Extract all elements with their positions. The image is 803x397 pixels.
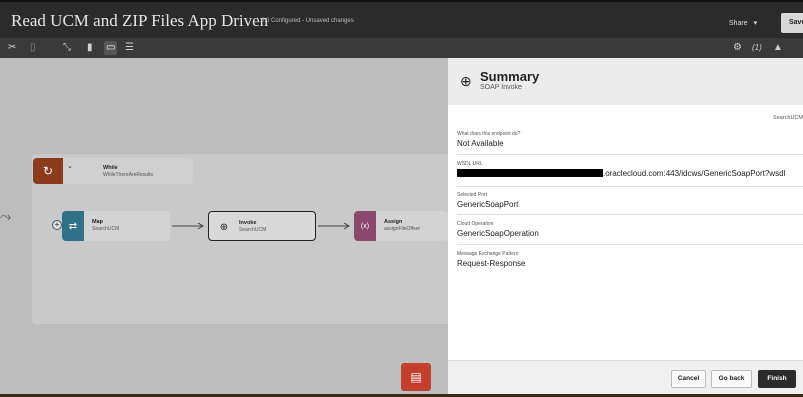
cancel-button[interactable]: Cancel [671, 370, 706, 388]
flow-connector [318, 222, 350, 230]
summary-footer: Cancel Go back Finish [448, 360, 803, 394]
while-subtitle: WhileThereAreResults [103, 172, 154, 178]
collapse-icon[interactable]: ⤡ [63, 41, 71, 55]
summary-panel: ⊕ Summary SOAP Invoke SearchUCM What doe… [448, 58, 803, 394]
while-node[interactable]: ↻ ⌄ While WhileThereAreResults [33, 158, 193, 184]
map-icon: ⇄ [62, 211, 84, 241]
version-status: 1.0.0 Configured - Unsaved changes [256, 18, 354, 24]
invoke-node[interactable]: ⊕ Invoke SearchUCM [208, 211, 316, 241]
divider [457, 154, 803, 155]
field-label: What does this endpoint do? [457, 131, 521, 137]
vertical-layout-icon[interactable]: ▮ [87, 41, 93, 55]
scissors-icon[interactable]: ✂ [8, 41, 16, 55]
variable-icon: (x) [354, 211, 376, 241]
summary-header: ⊕ Summary SOAP Invoke [448, 58, 803, 105]
warning-icon[interactable]: ▲ [773, 41, 783, 55]
save-button[interactable]: Save [781, 13, 803, 33]
errors-badge[interactable]: (1) [752, 41, 762, 55]
flow-connector [172, 222, 204, 230]
chat-button[interactable]: ▤ [401, 363, 431, 391]
add-action-icon[interactable]: + [52, 220, 62, 230]
assign-subtitle: assignFileOffset [384, 226, 420, 232]
map-node[interactable]: ⇄ Map SearchUCM [62, 211, 170, 241]
divider [457, 244, 803, 245]
field-value: Request-Response [457, 259, 526, 268]
endpoint-reference-name: SearchUCM [773, 115, 803, 121]
wsdl-url-value: .oraclecloud.com:443/idcws/GenericSoapPo… [457, 169, 803, 178]
gear-icon[interactable]: ⚙ [733, 41, 742, 55]
finish-button[interactable]: Finish [758, 370, 796, 388]
selected-port-field: Selected Port GenericSoapPort [457, 192, 803, 209]
redaction-bar [457, 169, 603, 177]
share-label: Share [728, 19, 748, 27]
field-label: Selected Port [457, 192, 488, 198]
globe-gear-icon: ⊕ [460, 73, 472, 89]
invoke-title: Invoke [239, 220, 257, 226]
endpoint-description-field: What does this endpoint do? Not Availabl… [457, 131, 803, 148]
globe-gear-icon: ⊕ [219, 221, 229, 233]
assign-title: Assign [384, 219, 403, 225]
chat-icon: ▤ [410, 370, 422, 384]
app-title: Read UCM and ZIP Files App Driven [11, 11, 269, 30]
cloud-operation-field: Cloud Operation GenericSoapOperation [457, 221, 803, 238]
chevron-down-icon[interactable]: ⌄ [67, 162, 73, 170]
canvas-toolbar: ✂ ▯ ⤡ ▮ ▭ ☰ ⚙ (1) ▲ [0, 38, 803, 58]
divider [457, 186, 803, 187]
field-label: Cloud Operation [457, 221, 494, 227]
wsdl-url-field: WSDL URL .oraclecloud.com:443/idcws/Gene… [457, 161, 803, 178]
field-label: Message Exchange Pattern [457, 251, 519, 257]
go-back-button[interactable]: Go back [711, 370, 752, 388]
map-title: Map [92, 219, 103, 225]
field-value: GenericSoapPort [457, 200, 519, 209]
divider [457, 214, 803, 215]
flow-entry-arrow-icon: ⤳ [0, 208, 12, 224]
invoke-subtitle: SearchUCM [239, 227, 267, 233]
chevron-down-icon: ▾ [753, 20, 758, 27]
share-button[interactable]: Share ▾ [716, 14, 770, 32]
summary-title: Summary [480, 69, 540, 84]
map-subtitle: SearchUCM [92, 226, 120, 232]
summary-subtitle: SOAP Invoke [480, 84, 522, 91]
assign-node[interactable]: (x) Assign assignFileOffset [354, 211, 448, 241]
app-header: Read UCM and ZIP Files App Driven 1.0.0 … [0, 0, 803, 38]
canvas-view-icon[interactable]: ☰ [125, 41, 134, 55]
field-value: Not Available [457, 139, 504, 148]
while-title: While [103, 165, 118, 171]
field-value: .oraclecloud.com:443/idcws/GenericSoapPo… [603, 169, 786, 178]
field-value: GenericSoapOperation [457, 229, 539, 238]
loop-icon: ↻ [33, 158, 63, 184]
paste-icon[interactable]: ▯ [30, 41, 36, 55]
horizontal-layout-icon[interactable]: ▭ [104, 41, 118, 55]
integration-canvas[interactable]: ↻ ⌄ While WhileThereAreResults ⤳ + ⇄ Map… [0, 58, 452, 394]
message-exchange-pattern-field: Message Exchange Pattern Request-Respons… [457, 251, 803, 268]
field-label: WSDL URL [457, 161, 483, 167]
